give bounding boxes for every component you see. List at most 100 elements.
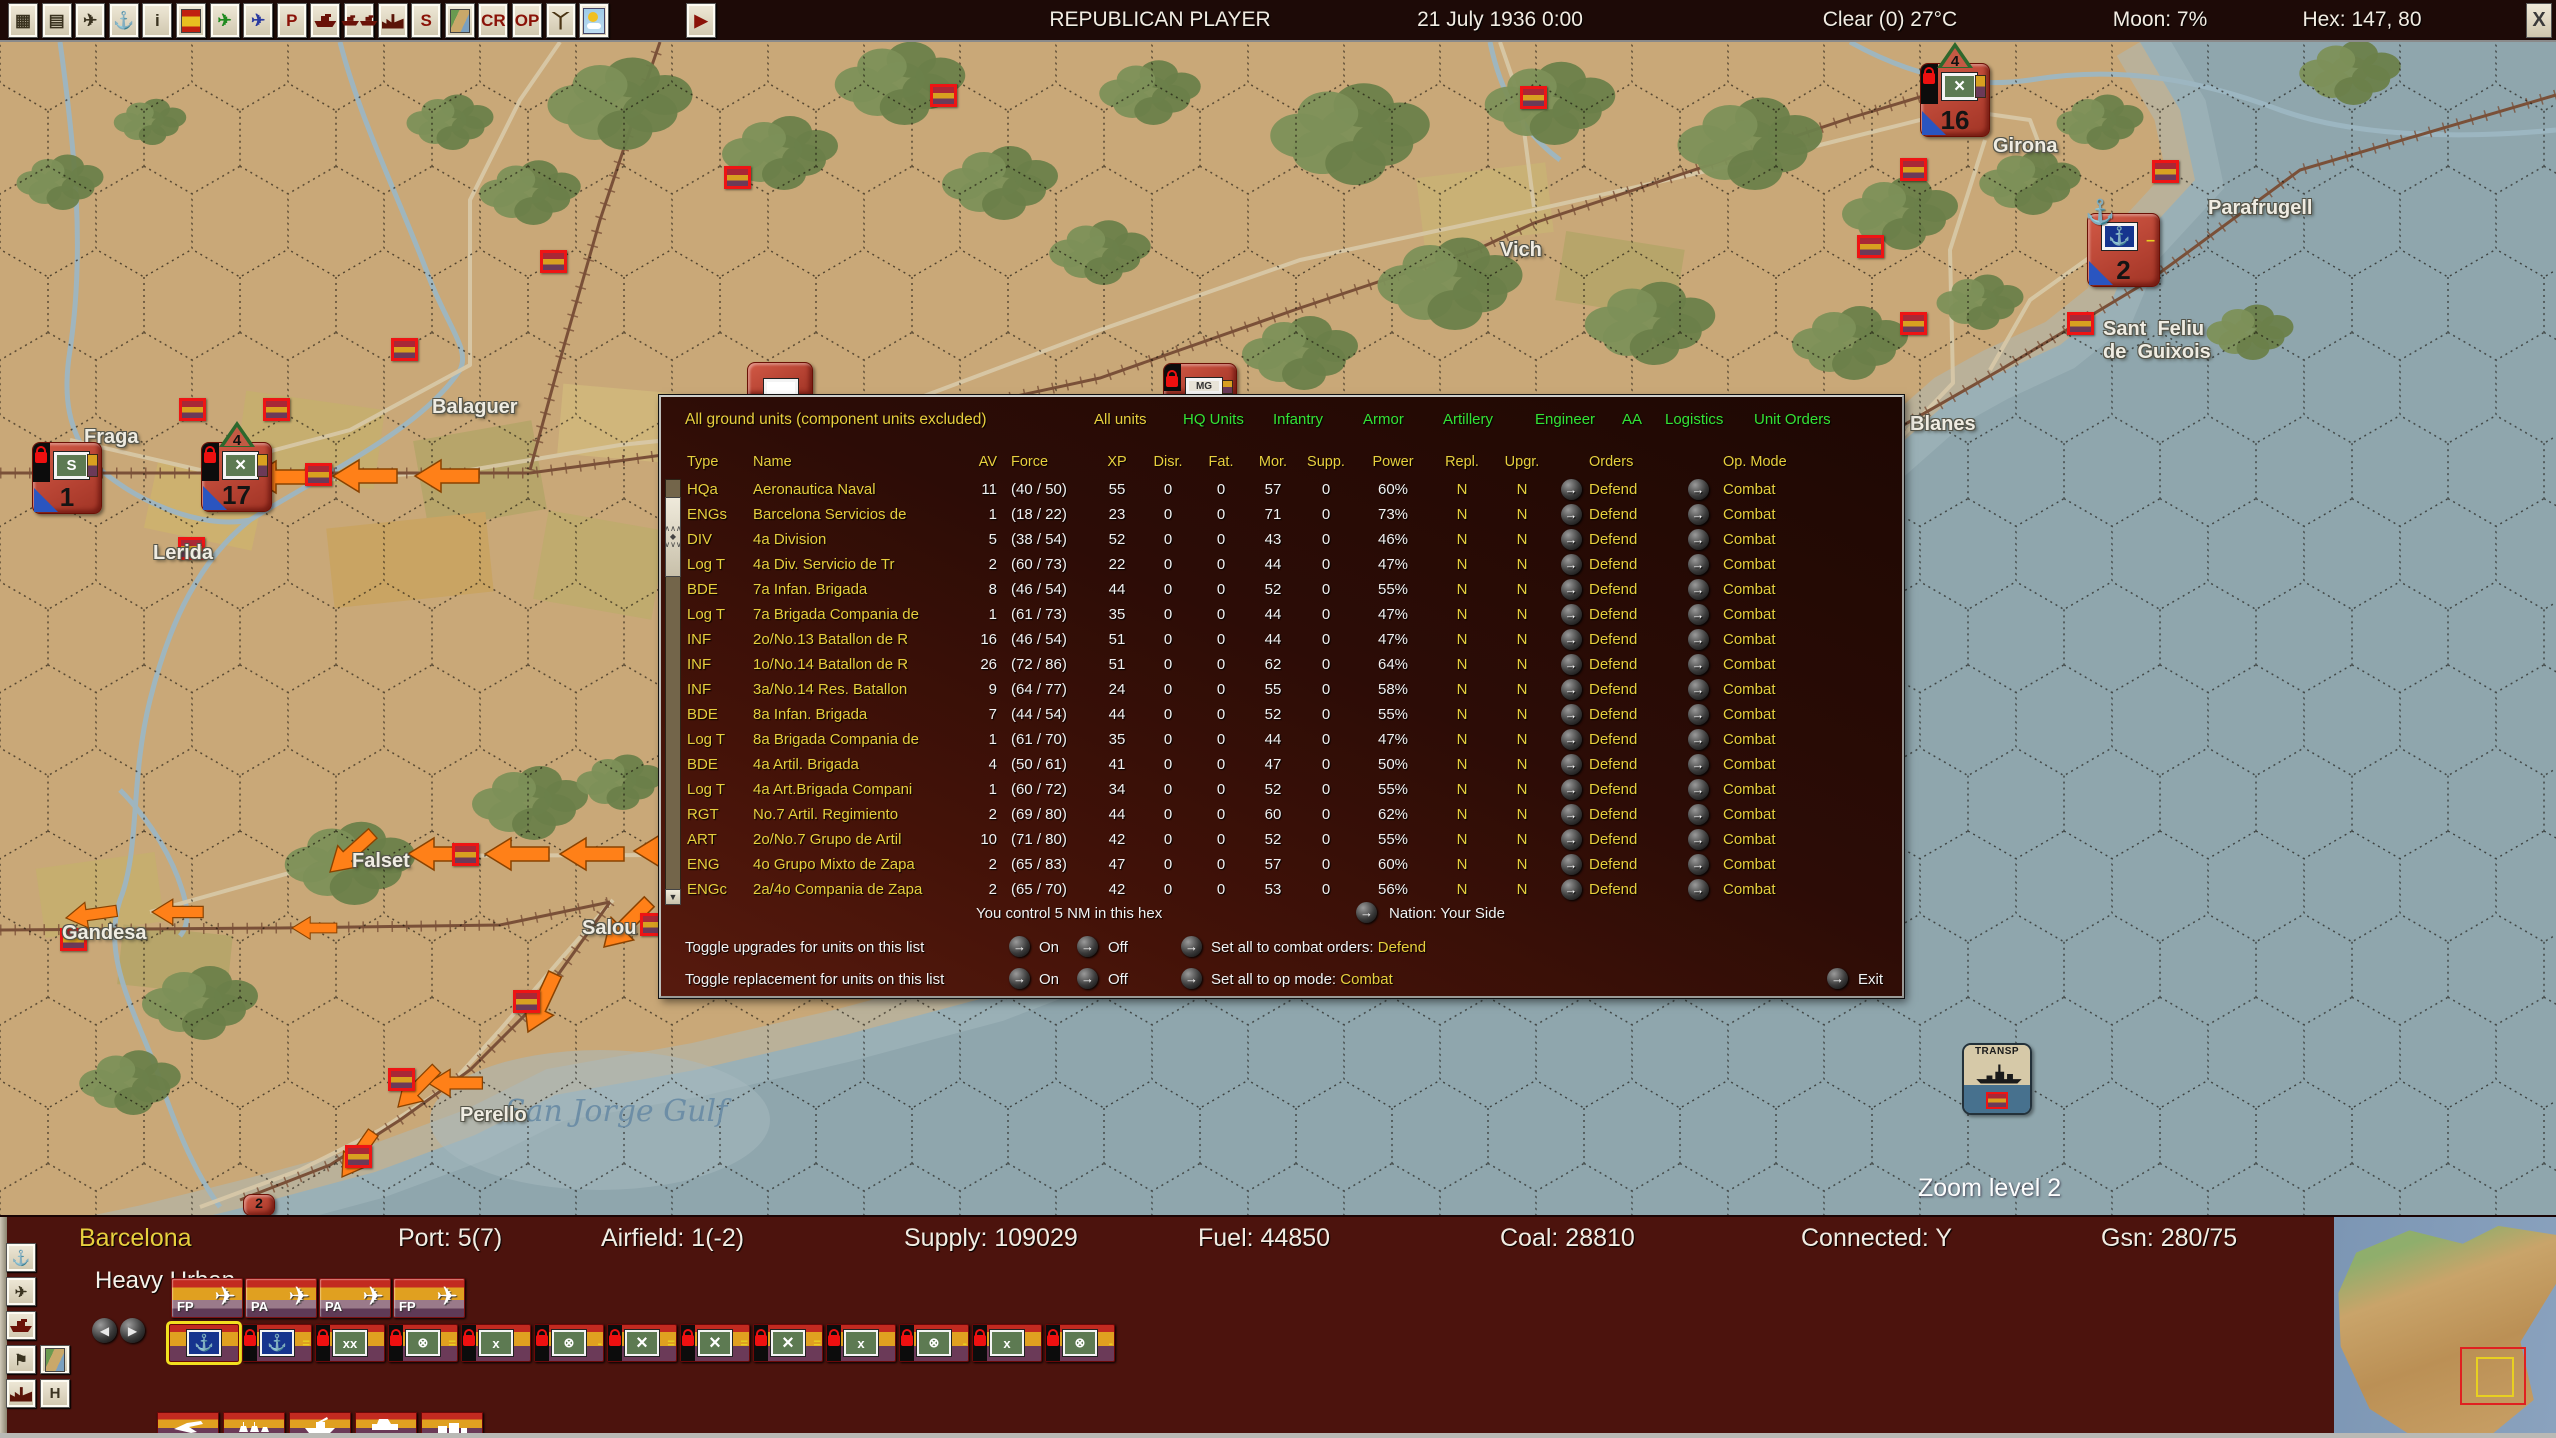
- orders-arrow-button[interactable]: →: [1561, 829, 1582, 850]
- opmode-arrow-button[interactable]: →: [1688, 729, 1709, 750]
- tab-armor[interactable]: Armor: [1363, 411, 1404, 428]
- unit-counter-fraga[interactable]: S 1: [32, 442, 102, 514]
- set-orders-button[interactable]: →: [1181, 936, 1202, 957]
- orders-arrow-button[interactable]: →: [1561, 629, 1582, 650]
- air-transfer-button[interactable]: ✈: [75, 3, 105, 38]
- ground-unit-counter[interactable]: ⊗-: [899, 1324, 969, 1362]
- unit-row[interactable]: BDE7a Infan. Brigada8(46 / 54)440052055%…: [661, 577, 1902, 602]
- combat-report-button[interactable]: CR: [478, 3, 508, 38]
- end-turn-button[interactable]: ▶: [686, 3, 716, 38]
- fleet-filter-button[interactable]: [6, 1311, 36, 1340]
- opmode-arrow-button[interactable]: →: [1688, 579, 1709, 600]
- orders-arrow-button[interactable]: →: [1561, 604, 1582, 625]
- opmode-arrow-button[interactable]: →: [1688, 754, 1709, 775]
- tab-artillery[interactable]: Artillery: [1443, 411, 1493, 428]
- orders-arrow-button[interactable]: →: [1561, 729, 1582, 750]
- unit-orders[interactable]: Defend: [1589, 581, 1673, 598]
- production-button[interactable]: [378, 3, 408, 38]
- air-units-blue-button[interactable]: ✈: [243, 3, 273, 38]
- ground-unit-counter[interactable]: ⊗-: [1045, 1324, 1115, 1362]
- save-button[interactable]: ▦: [8, 3, 38, 38]
- set-opmode-button[interactable]: →: [1181, 968, 1202, 989]
- unit-row[interactable]: Log T4a Art.Brigada Compani1(60 / 72)340…: [661, 777, 1902, 802]
- ground-unit-counter[interactable]: ⊗-: [534, 1324, 604, 1362]
- opmode-arrow-button[interactable]: →: [1688, 529, 1709, 550]
- orders-arrow-button[interactable]: →: [1561, 554, 1582, 575]
- opmode-arrow-button[interactable]: →: [1688, 804, 1709, 825]
- orders-arrow-button[interactable]: →: [1561, 879, 1582, 900]
- unit-row[interactable]: ENGc2a/4o Compania de Zapa2(65 / 70)4200…: [661, 877, 1902, 902]
- orders-arrow-button[interactable]: →: [1561, 504, 1582, 525]
- unit-orders[interactable]: Defend: [1589, 881, 1673, 898]
- scroll-down-button[interactable]: ▼: [665, 889, 681, 905]
- air-unit-counter[interactable]: ✈PA: [319, 1278, 391, 1318]
- unit-orders[interactable]: Defend: [1589, 606, 1673, 623]
- orders-arrow-button[interactable]: →: [1561, 804, 1582, 825]
- opmode-arrow-button[interactable]: →: [1688, 629, 1709, 650]
- weather-button[interactable]: [579, 3, 609, 38]
- exit-arrow-button[interactable]: →: [1827, 968, 1848, 989]
- naval-units-button[interactable]: [310, 3, 340, 38]
- unit-orders[interactable]: Defend: [1589, 531, 1673, 548]
- flag-p-button[interactable]: P: [277, 3, 307, 38]
- ground-unit-counter[interactable]: ×=: [680, 1324, 750, 1362]
- orders-arrow-button[interactable]: →: [1561, 754, 1582, 775]
- opmode-arrow-button[interactable]: →: [1688, 779, 1709, 800]
- unit-counter-girona[interactable]: × 16: [1920, 63, 1990, 137]
- tab-logistics[interactable]: Logistics: [1665, 411, 1723, 428]
- unit-orders[interactable]: Defend: [1589, 656, 1673, 673]
- replacement-off-button[interactable]: →: [1077, 968, 1098, 989]
- unit-opmode[interactable]: Combat: [1723, 881, 1819, 898]
- unit-opmode[interactable]: Combat: [1723, 606, 1819, 623]
- ground-unit-counter[interactable]: ⊗=: [388, 1324, 458, 1362]
- air-unit-counter[interactable]: ✈PA: [245, 1278, 317, 1318]
- ground-unit-counter[interactable]: x: [826, 1324, 896, 1362]
- air-unit-counter[interactable]: ✈FP: [171, 1278, 243, 1318]
- unit-row[interactable]: ENG4o Grupo Mixto de Zapa2(65 / 83)47005…: [661, 852, 1902, 877]
- orders-arrow-button[interactable]: →: [1561, 679, 1582, 700]
- unit-row[interactable]: INF3a/No.14 Res. Batallon9(64 / 77)24005…: [661, 677, 1902, 702]
- naval-transfer-button[interactable]: ⚓: [109, 3, 139, 38]
- minimap-toggle-button[interactable]: [40, 1345, 70, 1374]
- unit-orders[interactable]: Defend: [1589, 756, 1673, 773]
- replacement-on-button[interactable]: →: [1009, 968, 1030, 989]
- unit-opmode[interactable]: Combat: [1723, 806, 1819, 823]
- unit-orders[interactable]: Defend: [1589, 556, 1673, 573]
- opmode-arrow-button[interactable]: →: [1688, 654, 1709, 675]
- ground-unit-counter[interactable]: x: [461, 1324, 531, 1362]
- exit-label[interactable]: Exit: [1858, 971, 1883, 988]
- opmode-arrow-button[interactable]: →: [1688, 829, 1709, 850]
- orders-arrow-button[interactable]: →: [1561, 654, 1582, 675]
- ground-unit-counter[interactable]: ⚓=: [242, 1324, 312, 1362]
- unit-opmode[interactable]: Combat: [1723, 856, 1819, 873]
- unit-opmode[interactable]: Combat: [1723, 581, 1819, 598]
- unit-orders[interactable]: Defend: [1589, 856, 1673, 873]
- orders-arrow-button[interactable]: →: [1561, 579, 1582, 600]
- opmode-arrow-button[interactable]: →: [1688, 604, 1709, 625]
- unit-row[interactable]: Log T7a Brigada Compania de1(61 / 73)350…: [661, 602, 1902, 627]
- unit-row[interactable]: INF2o/No.13 Batallon de R16(46 / 54)5100…: [661, 627, 1902, 652]
- opmode-arrow-button[interactable]: →: [1688, 679, 1709, 700]
- unit-row[interactable]: Log T8a Brigada Compania de1(61 / 70)350…: [661, 727, 1902, 752]
- orders-arrow-button[interactable]: →: [1561, 854, 1582, 875]
- unit-counter-tortosa[interactable]: 2: [243, 1194, 275, 1216]
- orders-arrow-button[interactable]: →: [1561, 529, 1582, 550]
- tab-engineer[interactable]: Engineer: [1535, 411, 1595, 428]
- unit-opmode[interactable]: Combat: [1723, 831, 1819, 848]
- unit-orders[interactable]: Defend: [1589, 806, 1673, 823]
- ground-unit-counter[interactable]: ×=: [607, 1324, 677, 1362]
- upgrades-on-button[interactable]: →: [1009, 936, 1030, 957]
- unit-opmode[interactable]: Combat: [1723, 681, 1819, 698]
- unit-opmode[interactable]: Combat: [1723, 556, 1819, 573]
- close-icon[interactable]: X: [2526, 3, 2552, 38]
- ground-unit-counter[interactable]: ⚓: [169, 1324, 239, 1362]
- unit-orders[interactable]: Defend: [1589, 506, 1673, 523]
- anchor-filter-button[interactable]: ⚓: [6, 1243, 36, 1272]
- tab-all-units[interactable]: All units: [1094, 411, 1147, 428]
- prev-unit-button[interactable]: ◀: [92, 1318, 117, 1343]
- unit-row[interactable]: BDE8a Infan. Brigada7(44 / 54)440052055%…: [661, 702, 1902, 727]
- national-flag-button[interactable]: [176, 3, 206, 38]
- unit-row[interactable]: ART2o/No.7 Grupo de Artil10(71 / 80)4200…: [661, 827, 1902, 852]
- tab-unit-orders[interactable]: Unit Orders: [1754, 411, 1831, 428]
- info-button[interactable]: i: [142, 3, 172, 38]
